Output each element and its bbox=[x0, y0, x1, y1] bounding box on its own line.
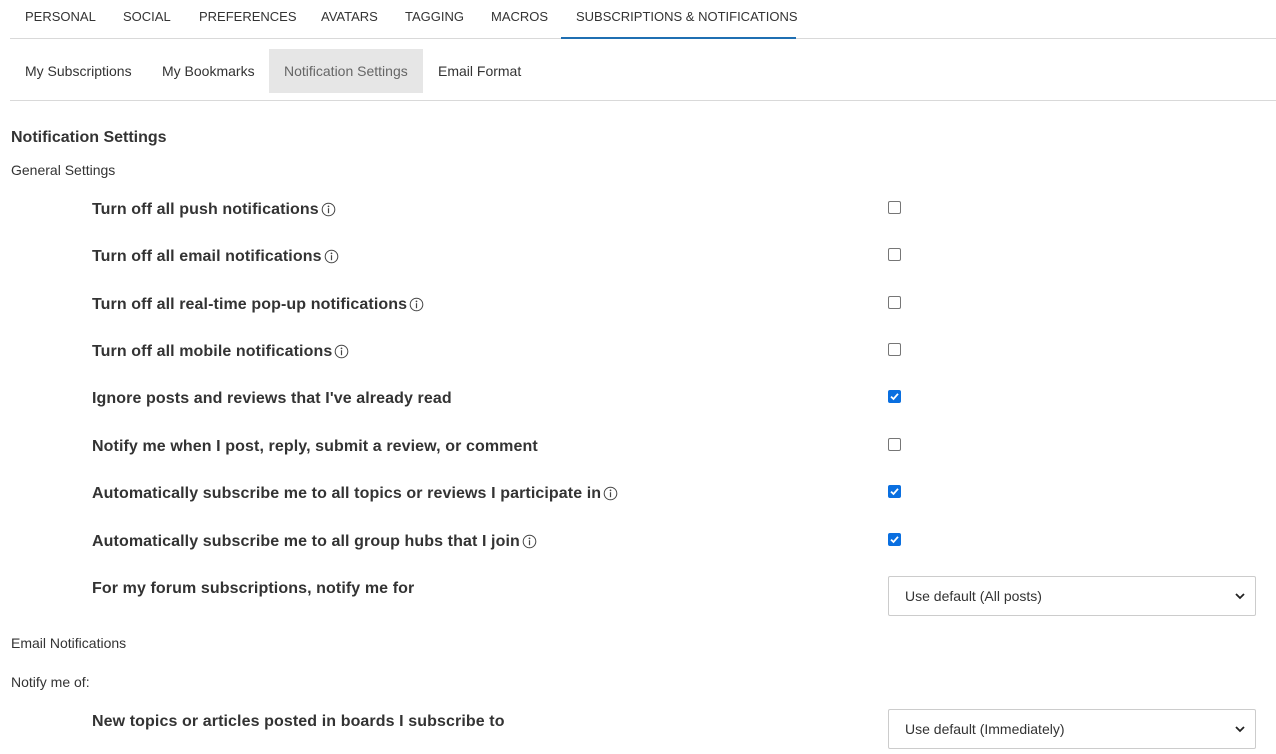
setting-label-text: Ignore posts and reviews that I've alrea… bbox=[92, 390, 452, 407]
check-icon bbox=[890, 393, 899, 401]
setting-checkbox[interactable] bbox=[888, 343, 901, 356]
chevron-down-icon bbox=[1235, 726, 1245, 733]
setting-label: Automatically subscribe me to all group … bbox=[92, 533, 537, 551]
notify-me-of-label: Notify me of: bbox=[11, 674, 90, 690]
setting-checkbox[interactable] bbox=[888, 390, 901, 403]
info-icon[interactable] bbox=[603, 486, 618, 501]
setting-label-text: Turn off all push notifications bbox=[92, 201, 319, 218]
tab-my-bookmarks[interactable]: My Bookmarks bbox=[162, 49, 255, 93]
new-topics-notify-value: Use default (Immediately) bbox=[905, 721, 1065, 737]
setting-label-text: Automatically subscribe me to all group … bbox=[92, 533, 520, 550]
setting-label: Turn off all mobile notifications bbox=[92, 343, 349, 361]
tab-email-format[interactable]: Email Format bbox=[438, 49, 521, 93]
setting-label-text: Turn off all email notifications bbox=[92, 248, 322, 265]
forum-notify-select[interactable]: Use default (All posts) bbox=[888, 576, 1256, 616]
email-notifications-label: Email Notifications bbox=[11, 635, 127, 651]
tab-personal[interactable]: PERSONAL bbox=[25, 0, 96, 39]
forum-notify-value: Use default (All posts) bbox=[905, 588, 1042, 604]
tab-avatars[interactable]: AVATARS bbox=[321, 0, 378, 39]
setting-label: Notify me when I post, reply, submit a r… bbox=[92, 438, 538, 456]
forum-subscriptions-label: For my forum subscriptions, notify me fo… bbox=[92, 580, 415, 597]
check-icon bbox=[890, 536, 899, 544]
setting-label-text: Turn off all mobile notifications bbox=[92, 343, 333, 360]
new-topics-label: New topics or articles posted in boards … bbox=[92, 713, 505, 730]
top-tab-bar: PERSONAL SOCIAL PREFERENCES AVATARS TAGG… bbox=[10, 0, 1276, 39]
setting-label-text: Turn off all real-time pop-up notificati… bbox=[92, 296, 408, 313]
setting-label-text: Notify me when I post, reply, submit a r… bbox=[92, 438, 538, 455]
setting-checkbox[interactable] bbox=[888, 438, 901, 451]
tab-preferences[interactable]: PREFERENCES bbox=[199, 0, 297, 39]
sub-tab-bar: My Subscriptions My Bookmarks Notificati… bbox=[10, 49, 1276, 101]
tab-tagging[interactable]: TAGGING bbox=[405, 0, 464, 39]
tab-subscriptions-notifications[interactable]: SUBSCRIPTIONS & NOTIFICATIONS bbox=[561, 0, 798, 39]
setting-checkbox[interactable] bbox=[888, 201, 901, 214]
tab-macros[interactable]: MACROS bbox=[491, 0, 548, 39]
info-icon[interactable] bbox=[324, 249, 339, 264]
tab-my-subscriptions[interactable]: My Subscriptions bbox=[25, 49, 132, 93]
setting-label: Turn off all real-time pop-up notificati… bbox=[92, 296, 424, 314]
general-settings-label: General Settings bbox=[11, 162, 116, 178]
page-title: Notification Settings bbox=[11, 129, 167, 146]
setting-label: Automatically subscribe me to all topics… bbox=[92, 485, 618, 503]
setting-label: Turn off all push notifications bbox=[92, 201, 336, 219]
info-icon[interactable] bbox=[321, 202, 336, 217]
setting-checkbox[interactable] bbox=[888, 296, 901, 309]
chevron-down-icon bbox=[1235, 593, 1245, 600]
setting-checkbox[interactable] bbox=[888, 485, 901, 498]
setting-checkbox[interactable] bbox=[888, 248, 901, 261]
setting-label-text: Automatically subscribe me to all topics… bbox=[92, 485, 602, 502]
tab-notification-settings[interactable]: Notification Settings bbox=[269, 49, 423, 93]
tab-social[interactable]: SOCIAL bbox=[123, 0, 171, 39]
check-icon bbox=[890, 488, 899, 496]
setting-label: Turn off all email notifications bbox=[92, 248, 339, 266]
new-topics-notify-select[interactable]: Use default (Immediately) bbox=[888, 709, 1256, 749]
info-icon[interactable] bbox=[522, 534, 537, 549]
setting-label: Ignore posts and reviews that I've alrea… bbox=[92, 390, 452, 408]
info-icon[interactable] bbox=[409, 297, 424, 312]
info-icon[interactable] bbox=[334, 344, 349, 359]
setting-checkbox[interactable] bbox=[888, 533, 901, 546]
